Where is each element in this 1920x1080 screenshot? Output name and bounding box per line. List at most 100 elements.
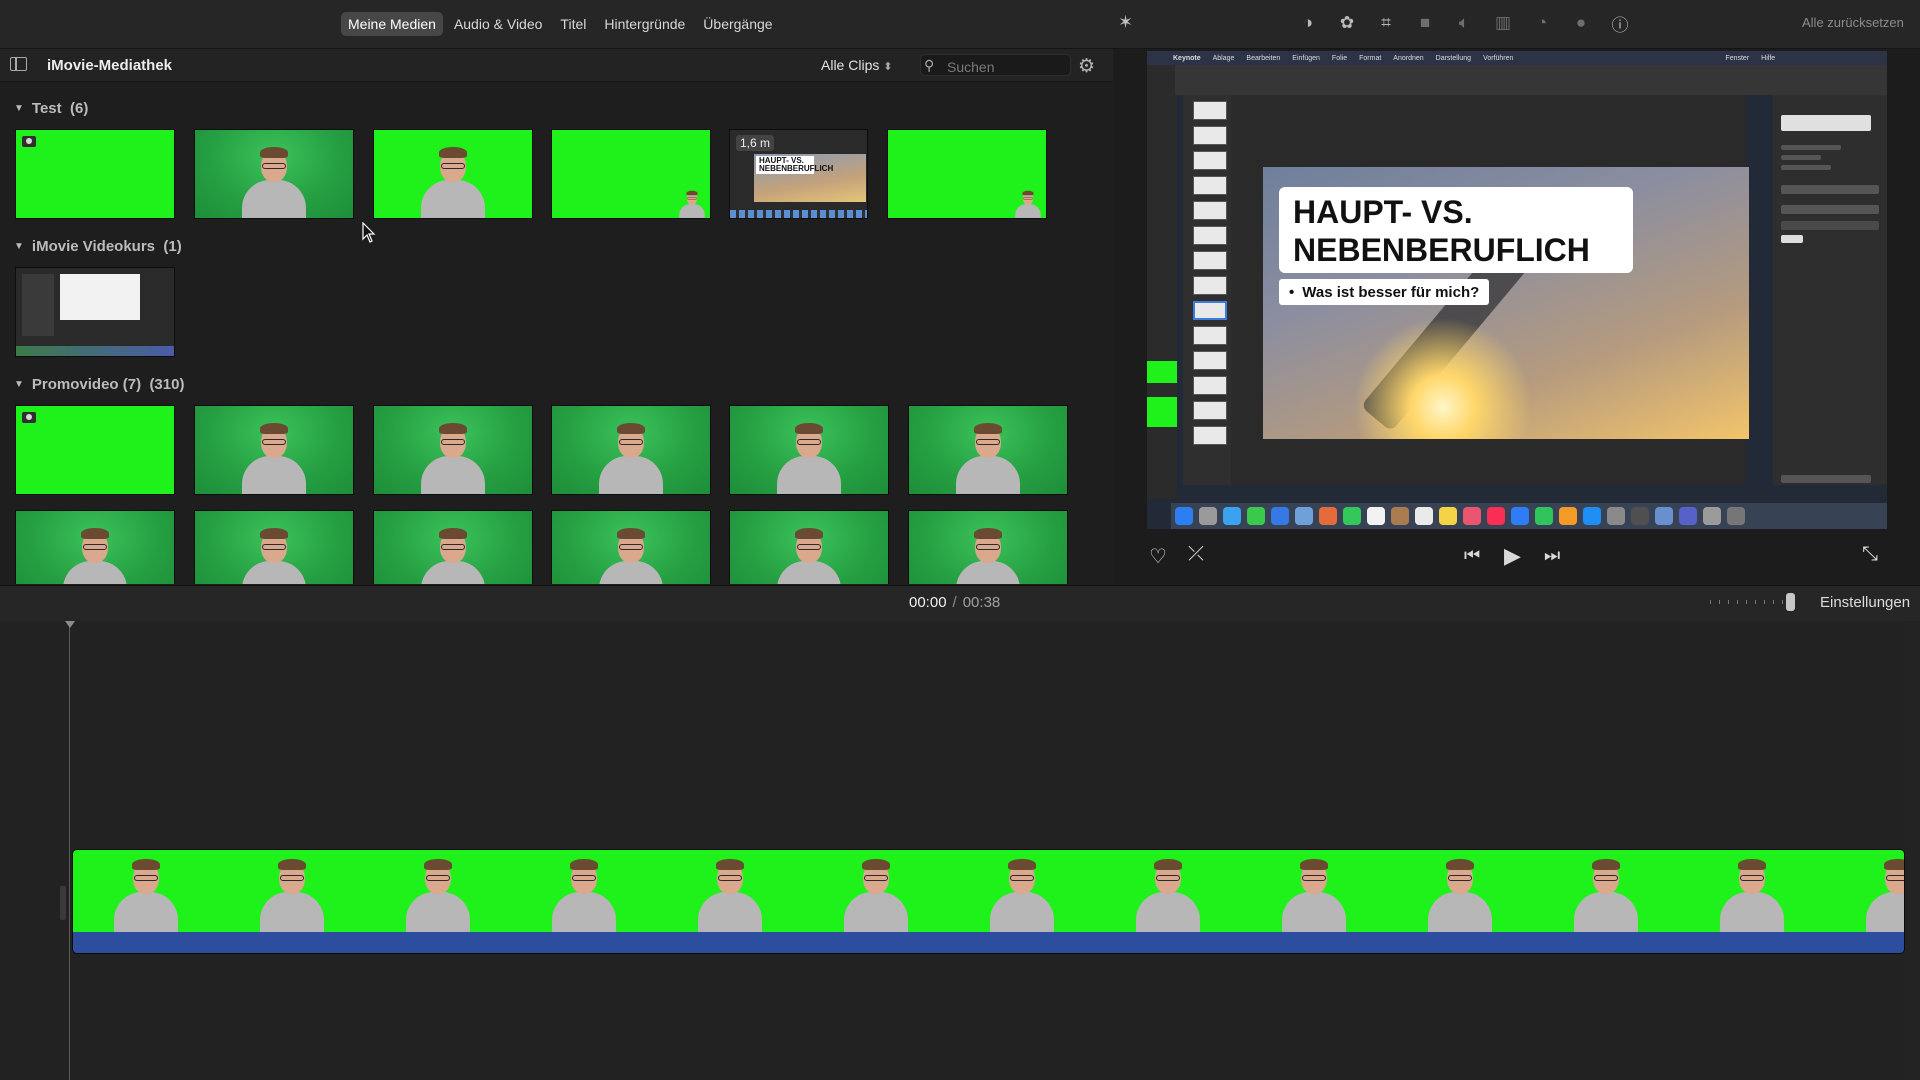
clip-thumbnail[interactable]	[908, 510, 1068, 584]
section-promo-video[interactable]: ▼ Promovideo (7) (310)	[14, 376, 184, 393]
speed-icon[interactable]: ◔	[1530, 11, 1554, 35]
clip-frame	[365, 850, 511, 934]
mini-timeline	[16, 346, 174, 356]
section-test[interactable]: ▼ Test (6)	[14, 100, 88, 117]
mouse-cursor-icon	[362, 222, 376, 243]
current-time: 00:00	[909, 594, 947, 611]
disclosure-triangle-icon[interactable]: ▼	[14, 241, 24, 252]
viewer-green-strip	[1147, 361, 1177, 383]
clip-thumbnail[interactable]	[551, 405, 711, 495]
slide-thumbnail	[1193, 101, 1227, 120]
viewer-video-frame[interactable]: Keynote Ablage Bearbeiten Einfügen Folie…	[1147, 51, 1887, 529]
disclosure-triangle-icon[interactable]: ▼	[14, 379, 24, 390]
clip-thumbnail[interactable]	[551, 129, 711, 219]
duration-badge: 1,6 m	[736, 135, 775, 151]
slide-title-box: HAUPT- VS. NEBENBERUFLICH	[1279, 187, 1633, 273]
media-browser: ▼ Test (6) HAUPT- VS. NEBENBERUFLICH 1,6 …	[0, 82, 1113, 584]
clip-thumbnail[interactable]	[373, 405, 533, 495]
equalizer-icon[interactable]: ▥	[1491, 11, 1515, 35]
clip-thumbnail[interactable]	[15, 510, 175, 584]
clip-thumbnail[interactable]	[15, 267, 175, 357]
dock-icon	[1415, 507, 1433, 525]
clip-audio-track	[73, 932, 1904, 953]
crop-icon[interactable]: ⌗	[1374, 11, 1398, 35]
slide-thumbnail-selected	[1193, 301, 1227, 320]
magic-wand-icon[interactable]: ✶	[1118, 12, 1133, 33]
settings-gear-icon[interactable]: ⚙	[1078, 55, 1095, 78]
fullscreen-icon[interactable]: ⤡	[1862, 543, 1878, 566]
adjustment-tools: ◑ ✿ ⌗ ■ 🔈︎ ▥ ◔ ● ⓘ	[1296, 11, 1632, 35]
slide-thumbnail	[1193, 426, 1227, 445]
clip-thumbnail[interactable]	[908, 405, 1068, 495]
clip-filter-icon[interactable]: ●	[1569, 11, 1593, 35]
timeline-zoom-slider[interactable]	[1710, 600, 1788, 604]
photo-camera-icon	[22, 412, 36, 423]
clip-video-frames	[73, 850, 1904, 934]
clip-thumbnail[interactable]	[373, 510, 533, 584]
person-figure	[599, 418, 663, 494]
clip-thumbnail[interactable]	[194, 510, 354, 584]
clip-frame	[73, 850, 219, 934]
clip-thumbnail[interactable]	[887, 129, 1047, 219]
timeline-scrollbar[interactable]	[1906, 621, 1918, 1080]
clip-thumbnail[interactable]	[194, 129, 354, 219]
search-input[interactable]	[947, 58, 1065, 76]
mini-dock	[730, 210, 867, 218]
clip-frame	[803, 850, 949, 934]
timeline-settings-button[interactable]: Einstellungen	[1820, 594, 1910, 611]
stabilization-icon[interactable]: ■	[1413, 11, 1437, 35]
section-imovie-course[interactable]: ▼ iMovie Videokurs (1)	[14, 238, 182, 255]
clip-frame	[1241, 850, 1387, 934]
zoom-slider-knob[interactable]	[1786, 593, 1795, 611]
section-test-count: (6)	[69, 100, 89, 117]
playhead-marker-icon[interactable]	[65, 621, 75, 628]
favorite-heart-icon[interactable]: ♡	[1149, 544, 1167, 569]
clip-thumbnail[interactable]	[15, 405, 175, 495]
mini-window	[60, 274, 140, 320]
keynote-toolbar	[1175, 65, 1887, 95]
clip-thumbnail[interactable]	[15, 129, 175, 219]
clip-frame	[511, 850, 657, 934]
clip-filter-select[interactable]: Alle Clips ⬍	[821, 57, 892, 73]
sidebar-toggle-icon[interactable]	[10, 57, 27, 71]
timeline-clip[interactable]	[72, 849, 1905, 954]
color-balance-icon[interactable]: ◑	[1296, 11, 1320, 35]
clip-frame	[1095, 850, 1241, 934]
clip-thumbnail[interactable]	[729, 510, 889, 584]
keynote-left-sidebar	[1147, 65, 1177, 499]
play-icon[interactable]: ▶	[1504, 543, 1521, 569]
tab-my-media[interactable]: Meine Medien	[341, 12, 443, 36]
person-figure	[1282, 854, 1346, 934]
clip-thumbnail[interactable]	[729, 405, 889, 495]
tab-titles[interactable]: Titel	[553, 12, 593, 36]
skip-back-icon[interactable]: ⏮︎	[1464, 545, 1480, 566]
tab-backgrounds[interactable]: Hintergründe	[597, 12, 692, 36]
clip-thumbnail[interactable]: HAUPT- VS. NEBENBERUFLICH 1,6 m	[729, 129, 868, 219]
reset-all-button[interactable]: Alle zurücksetzen	[1802, 15, 1904, 30]
clip-thumbnail[interactable]	[373, 129, 533, 219]
person-figure	[1720, 854, 1784, 934]
clip-filter-label: Alle Clips	[821, 57, 880, 73]
slide-thumbnail	[1193, 201, 1227, 220]
clip-trim-handle[interactable]	[60, 886, 66, 920]
playhead[interactable]	[69, 621, 70, 1080]
disclosure-triangle-icon[interactable]: ▼	[14, 103, 24, 114]
keynote-slide: HAUPT- VS. NEBENBERUFLICH Was ist besser…	[1263, 167, 1749, 439]
menu-item: Anordnen	[1393, 54, 1424, 62]
info-icon[interactable]: ⓘ	[1608, 11, 1632, 35]
slide-thumbnail	[1193, 326, 1227, 345]
clip-thumbnail[interactable]	[551, 510, 711, 584]
section-promo-name: Promovideo (7)	[31, 376, 142, 393]
section-promo-count: (310)	[149, 376, 185, 393]
tab-transitions[interactable]: Übergänge	[696, 12, 779, 36]
skip-forward-icon[interactable]: ⏭︎	[1544, 545, 1560, 566]
dock-icon	[1631, 507, 1649, 525]
tab-audio-video[interactable]: Audio & Video	[447, 12, 549, 36]
color-correction-icon[interactable]: ✿	[1335, 11, 1359, 35]
clip-frame	[1387, 850, 1533, 934]
inspector-line	[1781, 145, 1841, 150]
clip-thumbnail[interactable]	[194, 405, 354, 495]
dock-icon	[1727, 507, 1745, 525]
volume-icon[interactable]: 🔈︎	[1452, 11, 1476, 35]
reject-icon[interactable]: ⤫	[1188, 543, 1204, 566]
